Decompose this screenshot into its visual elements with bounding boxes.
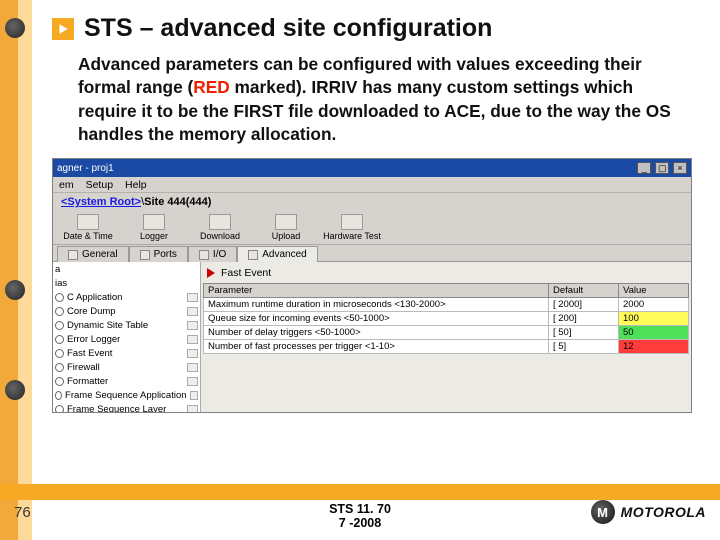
item-icon [187,377,198,386]
tab-icon [199,250,209,260]
value-cell[interactable]: 2000 [619,298,689,312]
slide-footer: 76 STS 11. 70 7 -2008 M MOTOROLA [0,484,720,540]
close-icon[interactable]: × [673,162,687,174]
toolbar-download[interactable]: Download [191,214,249,241]
left-decor-stripe [0,0,32,540]
tab-general[interactable]: General [57,246,129,262]
toolbar-hardware-test[interactable]: Hardware Test [323,214,381,241]
col-value: Value [619,284,689,298]
radio-icon [55,405,64,414]
item-icon [187,405,198,414]
radio-icon [55,377,64,386]
value-cell[interactable]: 50 [619,326,689,340]
table-row: Queue size for incoming events <50-1000>… [204,312,689,326]
menu-help[interactable]: Help [125,179,147,191]
flag-icon [207,268,215,278]
table-row: Maximum runtime duration in microseconds… [204,298,689,312]
tree-item[interactable]: Dynamic Site Table [53,318,200,332]
value-cell[interactable]: 12 [619,340,689,354]
section-title: Fast Event [221,267,271,279]
toolbar-date-time[interactable]: Date & Time [59,214,117,241]
app-screenshot: agner - proj1 _ ▢ × em Setup Help <Syste… [52,158,692,413]
value-cell[interactable]: 100 [619,312,689,326]
radio-icon [55,391,62,400]
tree-item[interactable]: Frame Sequence Layer [53,402,200,413]
radio-icon [55,335,64,344]
menu-em[interactable]: em [59,179,74,191]
item-icon [187,293,198,302]
footer-bar [0,484,720,500]
tree-item[interactable]: Error Logger [53,332,200,346]
window-titlebar: agner - proj1 _ ▢ × [53,159,691,177]
tab-i-o[interactable]: I/O [188,246,237,262]
toolbar-logger[interactable]: Logger [125,214,183,241]
radio-icon [55,363,64,372]
maximize-icon[interactable]: ▢ [655,162,669,174]
tree-item[interactable]: Core Dump [53,304,200,318]
motorola-logo: M MOTOROLA [591,500,706,524]
menubar: em Setup Help [53,177,691,193]
breadcrumb-root[interactable]: <System Root> [61,196,141,208]
title-bullet-icon [52,18,74,40]
col-default: Default [549,284,619,298]
table-row: Number of fast processes per trigger <1-… [204,340,689,354]
parameter-table: Parameter Default Value Maximum runtime … [203,283,689,354]
tree-item[interactable]: Frame Sequence Application [53,388,200,402]
toolbar-icon [143,214,165,230]
breadcrumb-site: Site 444(444) [144,196,211,208]
radio-icon [55,293,64,302]
motorola-dot-icon [5,18,25,38]
tab-advanced[interactable]: Advanced [237,246,317,262]
toolbar: Date & Time Logger Download Upload Hardware … [53,211,691,245]
window-controls: _ ▢ × [636,162,687,174]
item-icon [187,321,198,330]
tab-icon [140,250,150,260]
toolbar-icon [275,214,297,230]
tree-item[interactable]: a [53,262,200,276]
tab-strip: GeneralPortsI/OAdvanced [53,245,691,262]
col-parameter: Parameter [204,284,549,298]
radio-icon [55,321,64,330]
toolbar-icon [209,214,231,230]
minimize-icon[interactable]: _ [637,162,651,174]
table-row: Number of delay triggers <50-1000>[ 50]5… [204,326,689,340]
toolbar-upload[interactable]: Upload [257,214,315,241]
toolbar-icon [77,214,99,230]
motorola-dot-icon [5,280,25,300]
item-icon [187,335,198,344]
tree-panel: aiasC ApplicationCore DumpDynamic Site T… [53,262,201,413]
motorola-wordmark: MOTOROLA [621,504,706,520]
menu-setup[interactable]: Setup [86,179,113,191]
slide-title: STS – advanced site configuration [84,14,492,43]
tree-item[interactable]: C Application [53,290,200,304]
item-icon [187,307,198,316]
item-icon [187,349,198,358]
item-icon [190,391,198,400]
breadcrumb: <System Root>\Site 444(444) [53,193,691,211]
slide-body: Advanced parameters can be configured wi… [52,53,692,158]
toolbar-icon [341,214,363,230]
tree-item[interactable]: ias [53,276,200,290]
radio-icon [55,349,64,358]
radio-icon [55,307,64,316]
tab-icon [248,250,258,260]
motorola-m-icon: M [591,500,615,524]
main-panel: Fast Event Parameter Default Value Maxim… [201,262,691,413]
tree-item[interactable]: Fast Event [53,346,200,360]
item-icon [187,363,198,372]
motorola-dot-icon [5,380,25,400]
tab-icon [68,250,78,260]
tab-ports[interactable]: Ports [129,246,188,262]
section-header: Fast Event [203,265,689,281]
tree-item[interactable]: Formatter [53,374,200,388]
tree-item[interactable]: Firewall [53,360,200,374]
window-title: agner - proj1 [57,163,114,174]
